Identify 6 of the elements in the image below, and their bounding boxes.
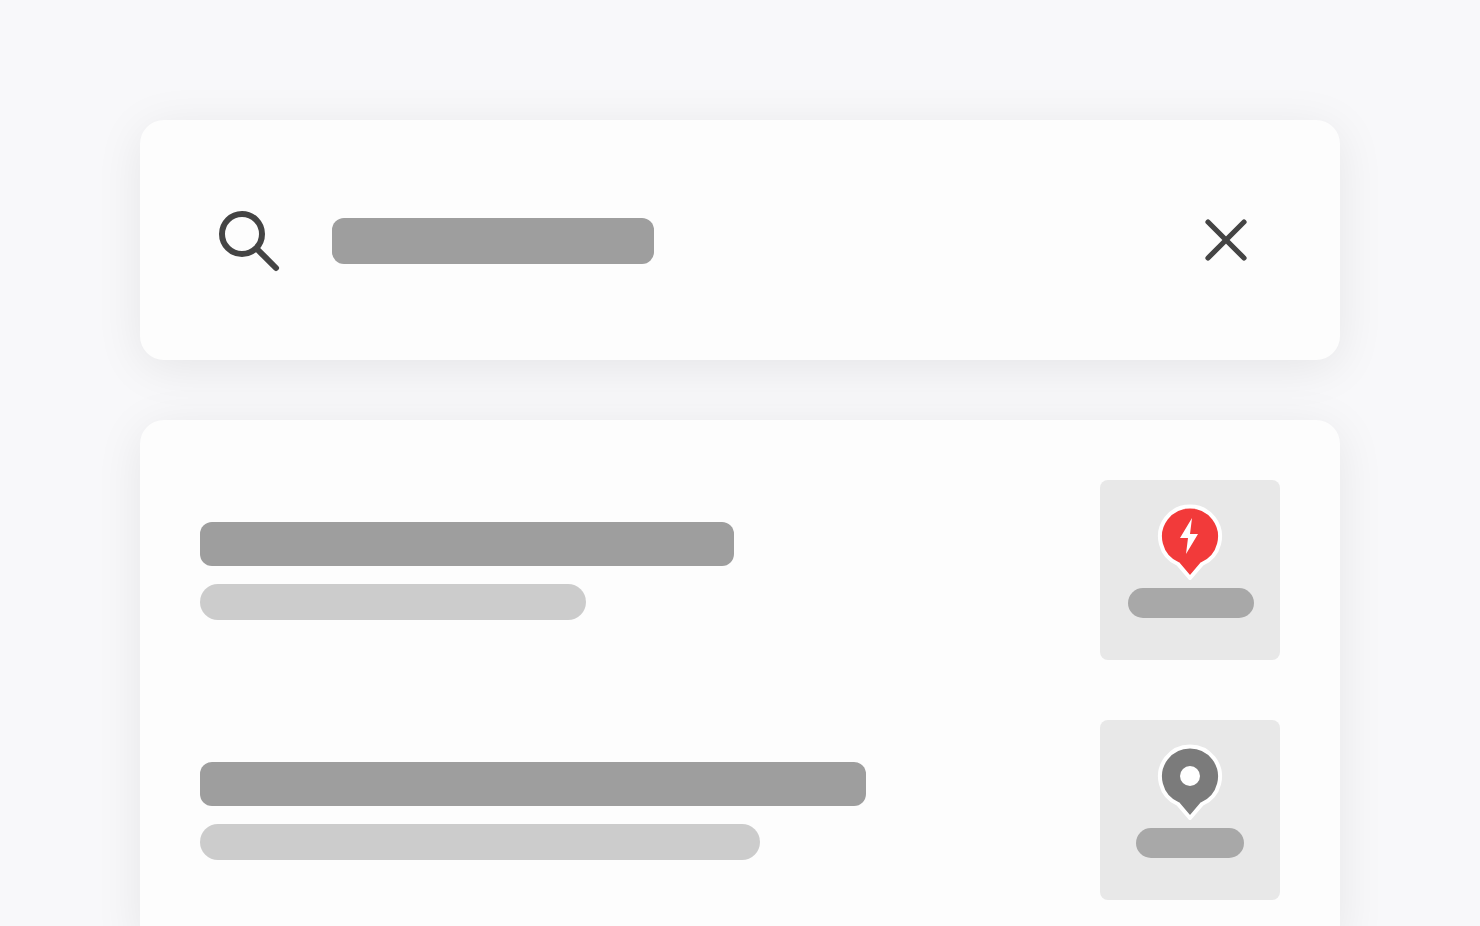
result-tile[interactable]: [1100, 720, 1280, 900]
label-placeholder: [1136, 828, 1244, 858]
close-icon[interactable]: [1204, 218, 1248, 262]
label-placeholder: [1127, 588, 1253, 618]
search-icon: [216, 208, 280, 272]
result-tile[interactable]: [1100, 480, 1280, 660]
